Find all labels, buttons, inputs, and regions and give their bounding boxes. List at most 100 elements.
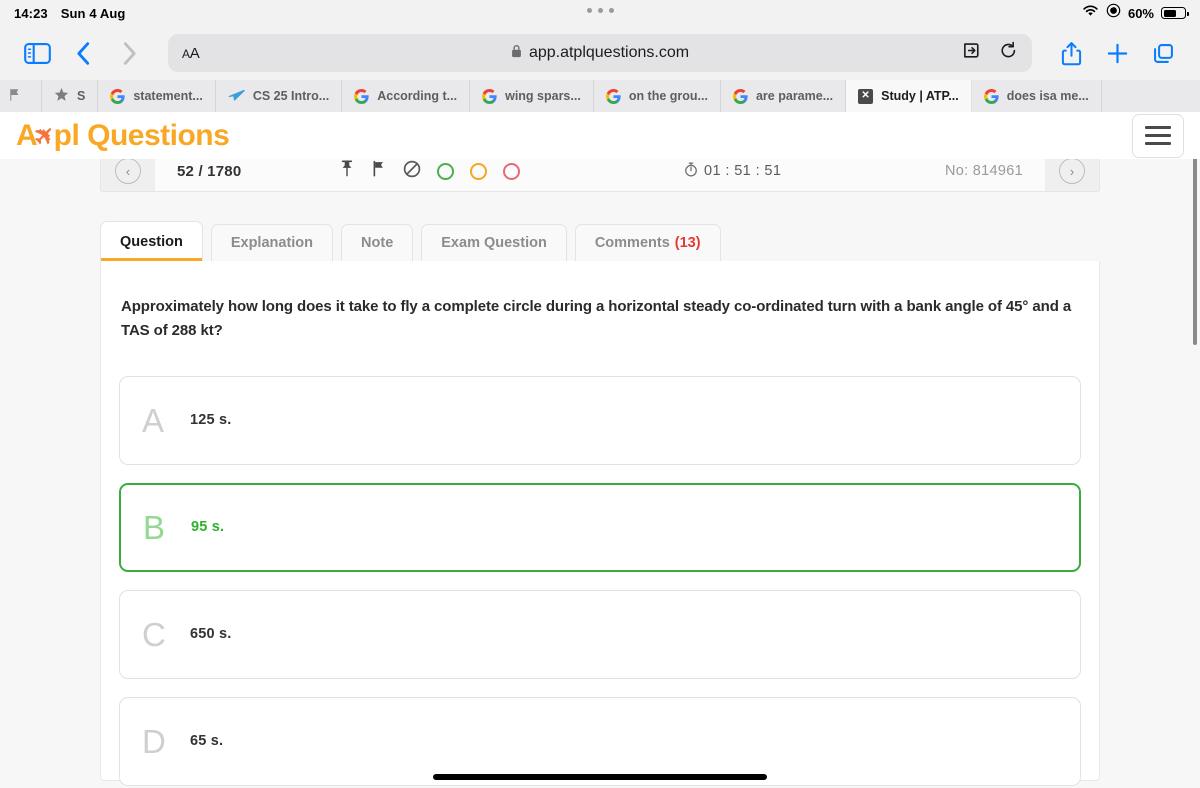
answer-option-b[interactable]: B 95 s. — [119, 482, 1081, 572]
tab-item[interactable]: S — [42, 80, 99, 112]
screen: 14:23 Sun 4 Aug 60% AA app.atplquestions… — [0, 0, 1200, 788]
tab-label: Explanation — [230, 235, 314, 251]
timer-value: 01 : 51 : 51 — [704, 163, 782, 179]
tab-label: Note — [361, 235, 394, 251]
tab-item[interactable]: wing spars... — [470, 80, 594, 112]
forward-button — [106, 33, 152, 73]
tab-explanation[interactable]: Explanation — [210, 224, 334, 262]
plane-icon — [228, 87, 245, 105]
question-panel: Approximately how long does it take to f… — [100, 261, 1100, 786]
google-icon — [983, 88, 999, 104]
flag-icon[interactable] — [371, 160, 387, 182]
option-letter: D — [142, 722, 166, 760]
question-number: No: 814961 — [945, 163, 1023, 179]
tab-label: Exam Question — [441, 235, 547, 251]
tab-question[interactable]: Question — [100, 221, 203, 262]
option-letter: C — [142, 615, 166, 653]
tab-label: S — [77, 89, 86, 103]
url-text: app.atplquestions.com — [528, 44, 690, 61]
rotation-lock-icon — [1106, 3, 1121, 23]
google-icon — [605, 88, 621, 104]
page-scrollbar[interactable] — [1193, 155, 1197, 345]
tab-label: does isa me... — [1006, 89, 1089, 103]
tab-overview-icon[interactable] — [1140, 33, 1186, 73]
tab-item[interactable]: According t... — [342, 80, 471, 112]
amber-ring-icon[interactable] — [470, 162, 488, 180]
tab-label: are parame... — [755, 89, 834, 103]
google-icon — [733, 88, 748, 104]
atpl-favicon: ✕ — [858, 88, 874, 104]
answer-option-c[interactable]: C 650 s. — [119, 589, 1081, 679]
sidebar-icon[interactable] — [14, 33, 60, 73]
dynamic-island-dots — [583, 8, 617, 13]
back-button[interactable] — [60, 33, 106, 73]
home-indicator — [433, 774, 767, 780]
tab-label: Study | ATP... — [881, 89, 959, 103]
option-text: 125 s. — [190, 412, 232, 429]
option-letter: B — [143, 508, 166, 546]
status-date: Sun 4 Aug — [60, 5, 126, 21]
web-page: A ✈ pl Questions ‹ 52 / 1780 01: 51: 5… — [0, 112, 1200, 788]
flag-icon — [8, 88, 21, 105]
chevron-right-circle-icon: › — [1058, 158, 1085, 184]
chevron-left-circle-icon: ‹ — [115, 158, 141, 184]
url-bar[interactable]: AA app.atplquestions.com — [168, 34, 1032, 72]
status-time: 14:23 — [14, 5, 48, 21]
wifi-icon — [1082, 4, 1099, 22]
tab-item[interactable] — [0, 80, 42, 112]
tab-comments[interactable]: Comments (13) — [574, 224, 721, 262]
tab-label: wing spars... — [505, 89, 581, 103]
comments-count-badge: (13) — [674, 235, 701, 251]
logo-text-b: pl Questions — [53, 118, 230, 152]
tab-label: on the grou... — [628, 89, 708, 103]
battery-percent: 60% — [1127, 5, 1154, 21]
star-icon — [54, 87, 69, 105]
tab-note[interactable]: Note — [341, 224, 414, 262]
stopwatch-icon — [684, 162, 698, 181]
answer-options: A 125 s. B 95 s. C 650 s. D 65 s. — [119, 375, 1081, 786]
session-timer: 01 : 51 : 51 — [684, 162, 781, 181]
site-logo[interactable]: A ✈ pl Questions — [16, 118, 230, 153]
answer-option-d[interactable]: D 65 s. — [119, 696, 1081, 786]
option-text: 65 s. — [190, 733, 224, 750]
tab-label: statement... — [133, 89, 203, 103]
tab-exam-question[interactable]: Exam Question — [421, 224, 567, 262]
ban-icon[interactable] — [403, 160, 421, 183]
tab-label: Comments — [594, 235, 670, 251]
tab-item[interactable]: CS 25 Intro... — [216, 80, 343, 112]
status-left-group: 14:23 Sun 4 Aug — [14, 6, 125, 21]
battery-icon — [1161, 7, 1189, 19]
lock-icon — [511, 44, 522, 63]
url-display: app.atplquestions.com — [168, 44, 1032, 63]
tab-item[interactable]: does isa me... — [972, 80, 1102, 112]
tab-label: Question — [120, 233, 183, 250]
tab-item[interactable]: on the grou... — [594, 80, 721, 112]
tab-item[interactable]: statement... — [98, 80, 216, 112]
google-icon — [482, 88, 497, 104]
site-header: A ✈ pl Questions — [0, 112, 1200, 159]
tab-label: CS 25 Intro... — [252, 89, 330, 103]
green-ring-icon[interactable] — [437, 162, 455, 180]
plus-icon[interactable] — [1094, 33, 1140, 73]
tab-item-active[interactable]: ✕ Study | ATP... — [846, 80, 972, 112]
option-text: 95 s. — [191, 519, 225, 536]
browser-tab-bar: S statement... CS 25 Intro... According … — [0, 80, 1200, 112]
pin-icon[interactable] — [339, 160, 355, 182]
status-right-group: 60% — [1082, 3, 1189, 23]
option-letter: A — [142, 401, 165, 439]
content-tabs: Question Explanation Note Exam Question … — [100, 220, 1100, 262]
google-icon — [110, 88, 126, 104]
question-text: Approximately how long does it take to f… — [121, 298, 1072, 340]
answer-option-a[interactable]: A 125 s. — [119, 375, 1081, 465]
question-counter: 52 / 1780 — [177, 162, 242, 180]
option-text: 650 s. — [190, 626, 232, 643]
tab-label: According t... — [377, 89, 458, 103]
tab-item[interactable]: are parame... — [721, 80, 847, 112]
question-marker-icons — [339, 160, 521, 183]
google-icon — [354, 88, 369, 104]
share-icon[interactable] — [1048, 33, 1094, 73]
ios-status-bar: 14:23 Sun 4 Aug 60% — [0, 0, 1200, 26]
browser-toolbar: AA app.atplquestions.com — [0, 26, 1200, 80]
hamburger-icon[interactable] — [1132, 113, 1184, 158]
red-ring-icon[interactable] — [503, 162, 521, 180]
